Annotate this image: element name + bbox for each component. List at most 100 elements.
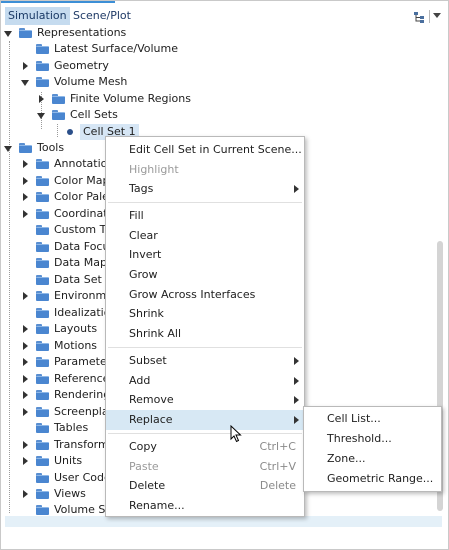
collapse-arrow-icon[interactable] (37, 113, 45, 119)
menu-item-label: Paste (129, 460, 159, 473)
menu-item-rename[interactable]: Rename... (106, 496, 304, 516)
tree-node-rendering[interactable]: Rendering (1, 387, 111, 403)
folder-icon (36, 341, 49, 351)
menu-item-label: Add (129, 374, 151, 387)
menu-item-shortcut: Ctrl+V (259, 460, 296, 473)
tree-layout-icon[interactable] (413, 11, 427, 23)
tree-node-label: Annotatio (54, 157, 108, 170)
expand-arrow-icon[interactable] (23, 375, 28, 383)
menu-item-paste: Paste Ctrl+V (106, 457, 304, 477)
tree-node-screenplays[interactable]: Screenpla (1, 404, 111, 420)
tree-node-label: Reference (54, 372, 110, 385)
menu-item-copy[interactable]: Copy Ctrl+C (106, 437, 304, 457)
menu-item-label: Invert (129, 248, 162, 261)
menu-item-label: Clear (129, 229, 158, 242)
menu-item-replace[interactable]: Replace (106, 410, 304, 430)
tree-node-environments[interactable]: Environm (1, 288, 111, 304)
menu-item-add[interactable]: Add (106, 371, 304, 391)
tree-node-volume-mesh[interactable]: Volume Mesh (1, 74, 448, 90)
tree-node-color-maps[interactable]: Color Map (1, 173, 111, 189)
expand-arrow-icon[interactable] (23, 160, 28, 168)
menu-item-label: Grow (129, 268, 158, 281)
tree-node-coordinate-systems[interactable]: Coordinat (1, 206, 111, 222)
expand-arrow-icon[interactable] (23, 62, 28, 70)
menu-item-delete[interactable]: Delete Delete (106, 476, 304, 496)
folder-icon (36, 242, 49, 252)
tree-node-parameters[interactable]: Paramete (1, 354, 111, 370)
expand-arrow-icon[interactable] (23, 177, 28, 185)
tree-node-label: Coordinat (54, 207, 108, 220)
submenu-item-label: Zone... (327, 452, 366, 465)
submenu-item-threshold[interactable]: Threshold... (304, 429, 441, 449)
folder-icon (36, 77, 49, 87)
expand-arrow-icon[interactable] (23, 292, 28, 300)
folder-icon (36, 505, 49, 515)
tree-node-views[interactable]: Views (1, 486, 111, 502)
tree-node-idealizations[interactable]: Idealizatio (1, 305, 111, 321)
expand-arrow-icon[interactable] (23, 358, 28, 366)
tree-node-user-code[interactable]: User Code (1, 470, 111, 486)
tree-node-finite-volume-regions[interactable]: Finite Volume Regions (1, 91, 448, 107)
folder-icon (36, 390, 49, 400)
tree-node-data-mappers[interactable]: Data Map (1, 255, 111, 271)
tree-node-representations[interactable]: Representations (1, 25, 448, 41)
expand-arrow-icon[interactable] (23, 408, 28, 416)
menu-item-remove[interactable]: Remove (106, 390, 304, 410)
menu-item-label: Shrink (129, 307, 164, 320)
submenu-arrow-icon (294, 185, 299, 193)
tree-node-geometry[interactable]: Geometry (1, 58, 448, 74)
tree-node-custom-tools[interactable]: Custom Tr (1, 222, 111, 238)
menu-item-highlight: Highlight (106, 160, 304, 180)
submenu-item-cell-list[interactable]: Cell List... (304, 409, 441, 429)
tree-node-cell-sets[interactable]: Cell Sets (1, 107, 448, 123)
tree-node-annotations[interactable]: Annotatio (1, 156, 111, 172)
tree-node-latest-surface-volume[interactable]: Latest Surface/Volume (1, 41, 448, 57)
menu-item-fill[interactable]: Fill (106, 206, 304, 226)
tree-node-tables[interactable]: Tables (1, 420, 111, 436)
collapse-arrow-icon[interactable] (21, 80, 29, 86)
tree-node-label: Paramete (54, 355, 107, 368)
menu-item-grow-across-interfaces[interactable]: Grow Across Interfaces (106, 285, 304, 305)
menu-item-edit-cell-set[interactable]: Edit Cell Set in Current Scene... (106, 140, 304, 160)
submenu-item-geometric-range[interactable]: Geometric Range... (304, 469, 441, 489)
expand-arrow-icon[interactable] (23, 193, 28, 201)
tree-node-motions[interactable]: Motions (1, 338, 111, 354)
chevron-down-icon[interactable] (433, 13, 441, 18)
expand-arrow-icon[interactable] (23, 490, 28, 498)
menu-item-tags[interactable]: Tags (106, 179, 304, 199)
submenu-item-zone[interactable]: Zone... (304, 449, 441, 469)
collapse-arrow-icon[interactable] (4, 146, 12, 152)
tree-node-reference-values[interactable]: Reference (1, 371, 111, 387)
expand-arrow-icon[interactable] (23, 210, 28, 218)
expand-arrow-icon[interactable] (39, 95, 44, 103)
folder-icon (36, 291, 49, 301)
menu-item-subset[interactable]: Subset (106, 351, 304, 371)
folder-icon (36, 440, 49, 450)
menu-item-shortcut: Ctrl+C (259, 440, 296, 453)
tree-node-data-focus[interactable]: Data Focu (1, 239, 111, 255)
menu-item-shrink-all[interactable]: Shrink All (106, 324, 304, 344)
tree-node-layouts[interactable]: Layouts (1, 321, 111, 337)
submenu-arrow-icon (294, 396, 299, 404)
tree-node-label: User Code (54, 471, 111, 484)
folder-icon (19, 143, 32, 153)
expand-arrow-icon[interactable] (23, 391, 28, 399)
expand-arrow-icon[interactable] (23, 457, 28, 465)
menu-item-grow[interactable]: Grow (106, 265, 304, 285)
menu-item-invert[interactable]: Invert (106, 245, 304, 265)
expand-arrow-icon[interactable] (23, 325, 28, 333)
expand-arrow-icon[interactable] (23, 342, 28, 350)
tree-node-label: Screenpla (54, 405, 109, 418)
tree-node-label: Tables (54, 421, 89, 434)
tree-node-transforms[interactable]: Transform (1, 437, 111, 453)
expand-arrow-icon[interactable] (23, 441, 28, 449)
tree-node-data-set-functions[interactable]: Data Set F (1, 272, 112, 288)
collapse-arrow-icon[interactable] (4, 31, 12, 37)
tree-node-label: Data Map (54, 256, 107, 269)
tree-node-color-palettes[interactable]: Color Pale (1, 189, 111, 205)
tree-node-units[interactable]: Units (1, 453, 111, 469)
menu-item-shrink[interactable]: Shrink (106, 304, 304, 324)
menu-item-clear[interactable]: Clear (106, 226, 304, 246)
tab-simulation[interactable]: Simulation (5, 7, 70, 25)
tab-scene-plot[interactable]: Scene/Plot (70, 7, 134, 25)
